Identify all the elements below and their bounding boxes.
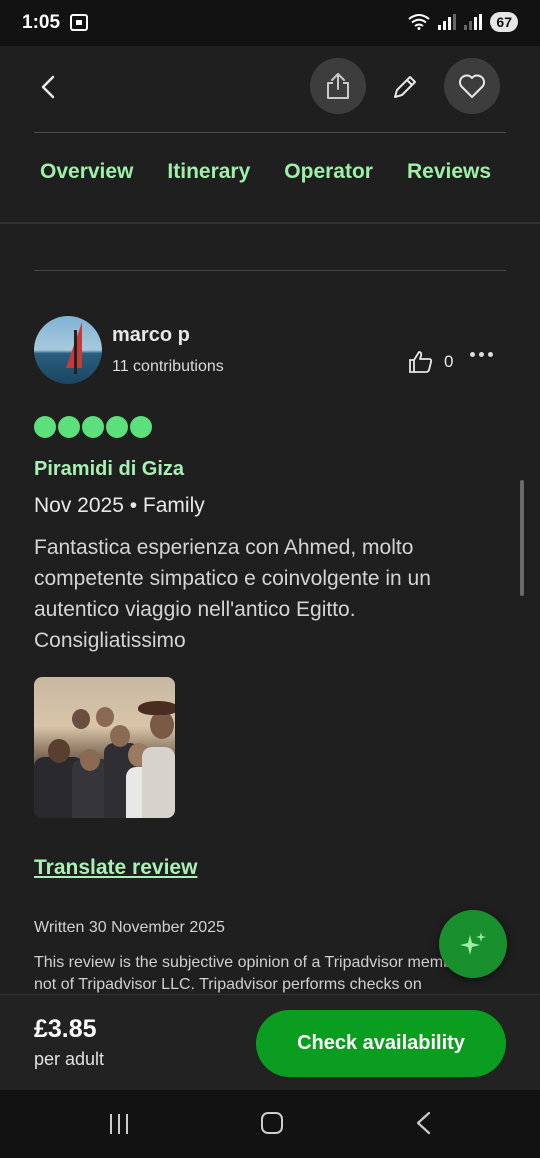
avatar[interactable]	[34, 316, 102, 384]
status-time: 1:05	[22, 12, 61, 33]
battery-indicator: 67	[490, 12, 518, 32]
share-button[interactable]	[310, 58, 366, 114]
header-divider	[34, 132, 506, 133]
helpful-vote-button[interactable]: 0	[408, 350, 453, 374]
rating-bubble	[34, 416, 56, 438]
system-nav-bar	[0, 1090, 540, 1158]
status-bar: 1:05 67	[0, 0, 540, 46]
tab-bar: Overview Itinerary Operator Reviews	[40, 160, 491, 184]
tab-itinerary[interactable]: Itinerary	[167, 160, 250, 184]
back-arrow-icon[interactable]	[36, 74, 62, 100]
review-body: Fantastica esperienza con Ahmed, molto c…	[34, 536, 431, 652]
signal-2-icon	[464, 14, 483, 30]
system-back-icon[interactable]	[412, 1110, 434, 1136]
price: £3.85	[34, 1015, 97, 1043]
edit-pencil-icon[interactable]	[390, 72, 420, 102]
sparkle-icon	[460, 932, 486, 955]
share-icon	[327, 73, 349, 99]
rating-bubble	[58, 416, 80, 438]
rating-bubble	[82, 416, 104, 438]
review-written-date: Written 30 November 2025	[34, 919, 225, 936]
rating-bubble	[106, 416, 128, 438]
wifi-icon	[408, 14, 431, 30]
booking-bar: £3.85 per adult Check availability	[0, 994, 540, 1090]
tab-reviews[interactable]: Reviews	[407, 160, 491, 184]
review-photo[interactable]	[34, 677, 175, 818]
reviewer-name[interactable]: marco p	[112, 324, 190, 347]
screen-record-icon	[70, 14, 88, 31]
helpful-vote-count: 0	[444, 352, 454, 371]
translate-review-link[interactable]: Translate review	[34, 856, 197, 880]
thumbs-up-icon	[409, 351, 433, 373]
rating-bubble	[130, 416, 152, 438]
home-icon[interactable]	[261, 1112, 283, 1134]
more-dots-icon[interactable]	[470, 352, 493, 357]
tab-operator[interactable]: Operator	[284, 160, 373, 184]
rating-bubbles	[34, 416, 152, 438]
ai-assistant-button[interactable]	[439, 910, 507, 978]
reviewer-contributions: 11 contributions	[112, 358, 224, 375]
header: Overview Itinerary Operator Reviews	[0, 46, 540, 224]
recent-apps-icon[interactable]	[110, 1114, 128, 1134]
heart-icon	[459, 74, 485, 98]
save-favorite-button[interactable]	[444, 58, 500, 114]
check-availability-button[interactable]: Check availability	[256, 1010, 506, 1077]
review-meta: Nov 2025 • Family	[34, 494, 205, 517]
scrollbar[interactable]	[520, 480, 524, 596]
signal-icon	[438, 14, 457, 30]
review-title: Piramidi di Giza	[34, 458, 185, 480]
tab-overview[interactable]: Overview	[40, 160, 133, 184]
price-unit: per adult	[34, 1049, 105, 1069]
review-disclaimer: This review is the subjective opinion of…	[34, 954, 498, 993]
section-divider	[34, 270, 506, 271]
status-icons: 67	[408, 12, 518, 32]
